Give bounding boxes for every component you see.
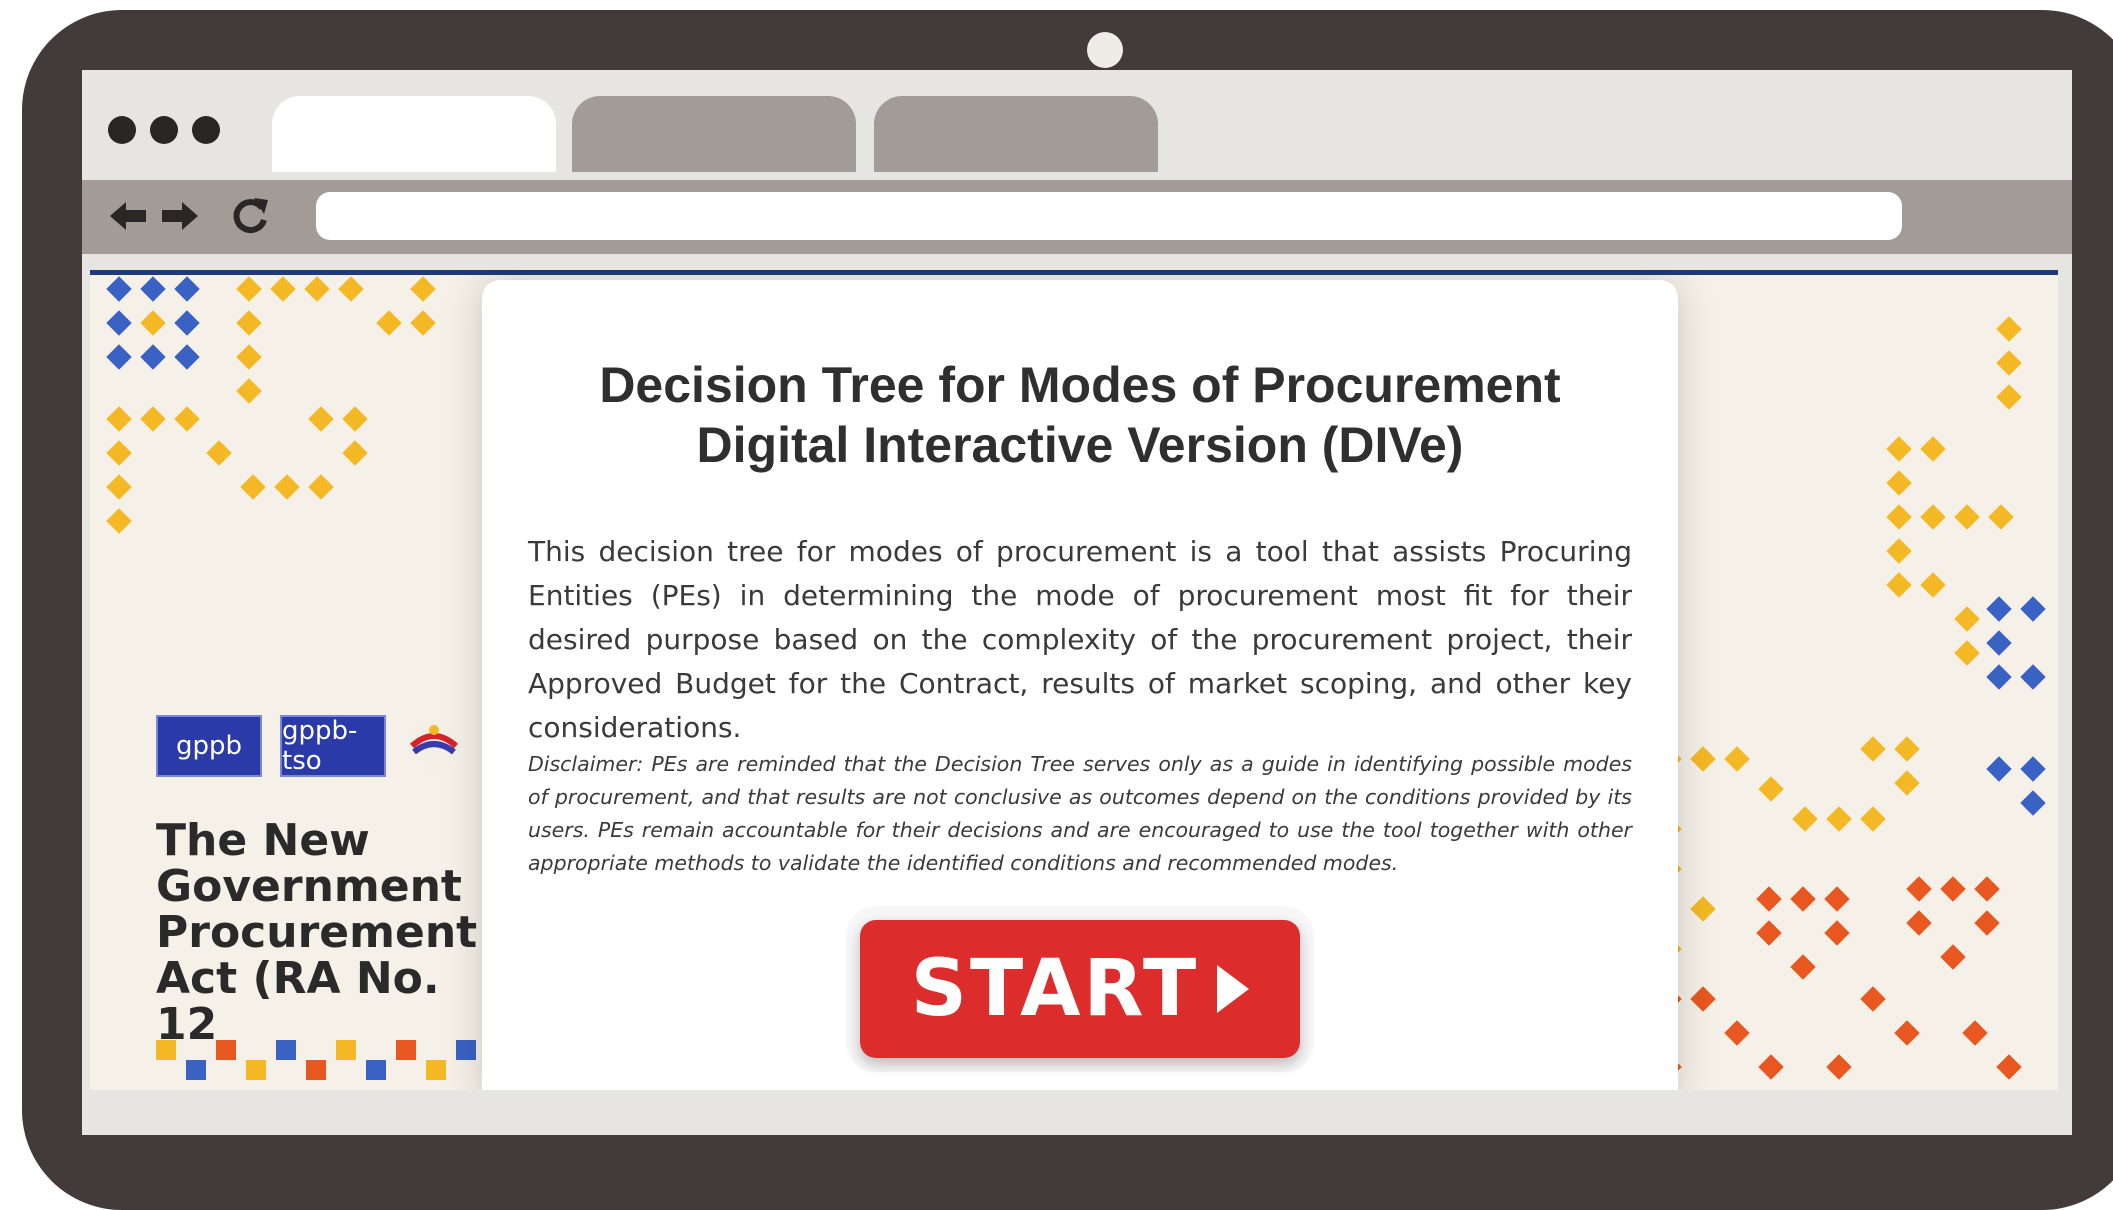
browser-tab-active[interactable] (272, 96, 556, 172)
bottom-left-pattern-decoration (156, 1040, 476, 1080)
right-pattern-decoration (1656, 316, 2046, 1080)
address-bar[interactable] (316, 192, 1902, 240)
web-page: gppb gppb-tso The New Government Procure… (90, 270, 2058, 1090)
back-arrow-icon[interactable] (106, 194, 150, 238)
disclaimer-text: Disclaimer: PEs are reminded that the De… (528, 752, 1632, 875)
bagong-pilipinas-seal-icon (408, 720, 460, 772)
forward-arrow-icon[interactable] (158, 194, 202, 238)
browser-toolbar (82, 180, 2072, 254)
reload-icon[interactable] (228, 194, 272, 238)
gppb-logo: gppb (156, 715, 262, 777)
page-title: Decision Tree for Modes of Procurement D… (482, 355, 1678, 475)
browser-tab-2[interactable] (572, 96, 856, 172)
window-controls (108, 116, 220, 144)
start-button-label: START (910, 944, 1200, 1034)
browser-window: gppb gppb-tso The New Government Procure… (82, 70, 2072, 1135)
intro-card: Decision Tree for Modes of Procurement D… (482, 280, 1678, 1090)
act-title: The New Government Procurement Act (RA N… (156, 815, 478, 1050)
page-title-line-1: Decision Tree for Modes of Procurement (599, 357, 1561, 413)
window-dot-1[interactable] (108, 116, 136, 144)
left-pattern-decoration (106, 276, 436, 534)
gppb-tso-logo: gppb-tso (280, 715, 386, 777)
window-dot-3[interactable] (192, 116, 220, 144)
camera-dot (1087, 32, 1123, 68)
start-button[interactable]: START (860, 920, 1300, 1058)
agency-logos: gppb gppb-tso (156, 715, 464, 777)
description-text: This decision tree for modes of procurem… (528, 535, 1632, 744)
play-icon (1217, 965, 1250, 1013)
window-dot-2[interactable] (150, 116, 178, 144)
browser-tab-3[interactable] (874, 96, 1158, 172)
page-title-line-2: Digital Interactive Version (DIVe) (696, 417, 1464, 473)
